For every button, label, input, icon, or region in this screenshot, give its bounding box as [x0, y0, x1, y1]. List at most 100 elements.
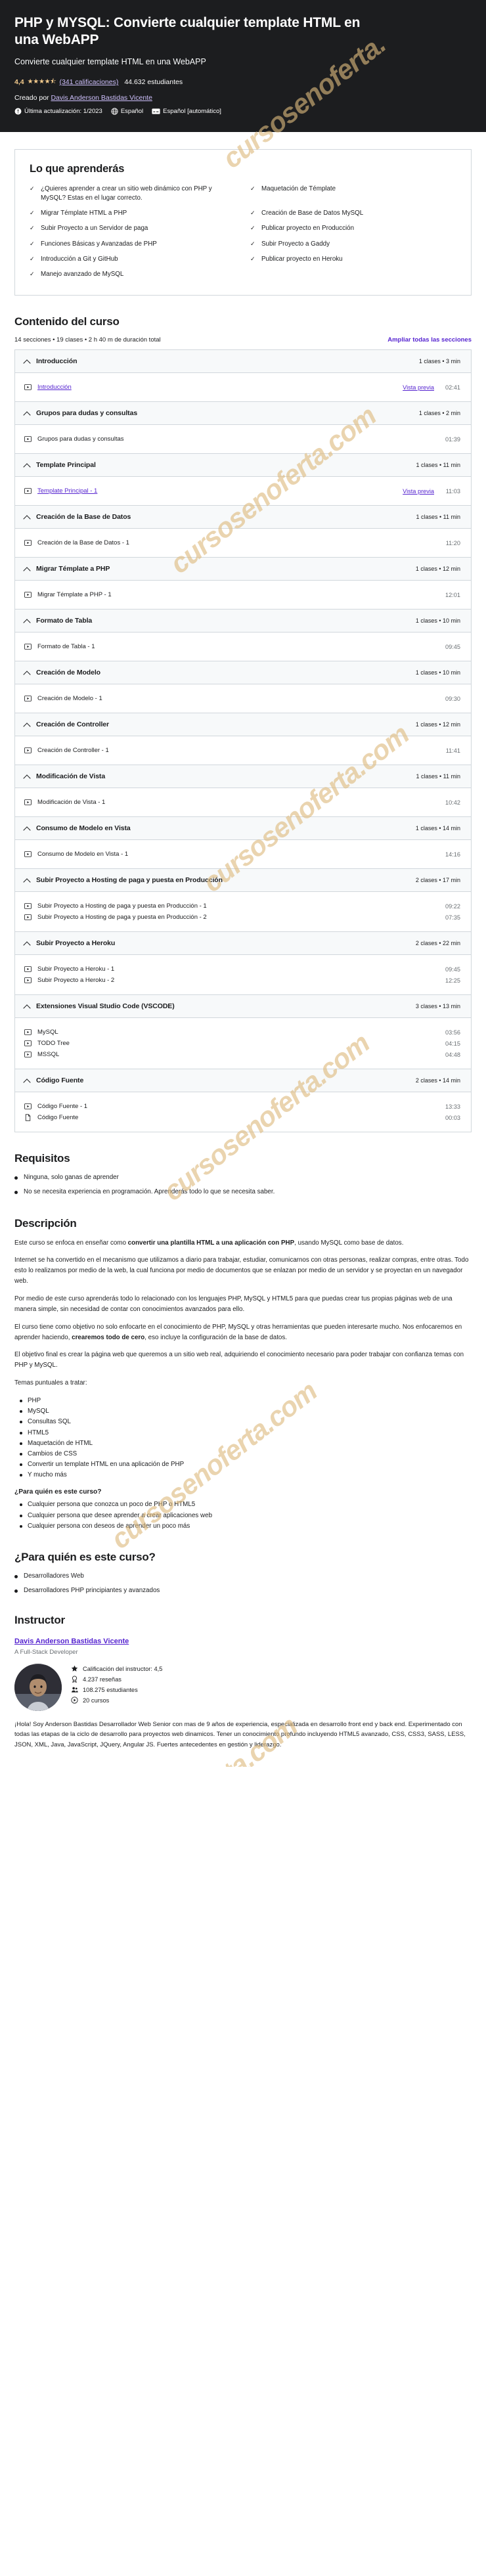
curriculum-lecture-row[interactable]: Subir Proyecto a Heroku - 2 12:25	[24, 975, 460, 986]
chevron-up-icon[interactable]	[24, 826, 30, 832]
instructor-stat-label: 4.237 reseñas	[83, 1676, 121, 1683]
preview-link[interactable]: Vista previa	[403, 384, 434, 391]
instructor-stat-label: 108.275 estudiantes	[83, 1686, 138, 1693]
chevron-up-icon[interactable]	[24, 670, 30, 676]
check-icon: ✓	[30, 240, 35, 247]
check-icon: ✓	[30, 225, 35, 232]
lecture-title: Subir Proyecto a Hosting de paga y puest…	[37, 902, 207, 910]
curriculum-lecture-row[interactable]: Introducción Vista previa 02:41	[24, 382, 460, 393]
check-icon: ✓	[30, 210, 35, 217]
curriculum-lecture-row[interactable]: Consumo de Modelo en Vista - 1 14:16	[24, 849, 460, 860]
curriculum-lecture-row[interactable]: Subir Proyecto a Hosting de paga y puest…	[24, 912, 460, 923]
curriculum-lecture-row[interactable]: Subir Proyecto a Hosting de paga y puest…	[24, 900, 460, 912]
curriculum-lecture-row[interactable]: Creación de la Base de Datos - 1 11:20	[24, 537, 460, 548]
curriculum-section-header[interactable]: Subir Proyecto a Heroku 2 clases • 22 min	[15, 932, 471, 956]
curriculum-section-header[interactable]: Extensiones Visual Studio Code (VSCODE) 3…	[15, 995, 471, 1019]
curriculum-section-header[interactable]: Grupos para dudas y consultas 1 clases • …	[15, 402, 471, 426]
play-circle-icon	[71, 1697, 78, 1704]
chevron-up-icon[interactable]	[24, 462, 30, 468]
curriculum-section-body: Subir Proyecto a Heroku - 1 09:45 Subir Pr…	[15, 955, 471, 996]
lecture-title: Grupos para dudas y consultas	[37, 435, 124, 443]
curriculum-lecture-row[interactable]: Código Fuente - 1 13:33	[24, 1101, 460, 1112]
section-title: Creación de la Base de Datos	[36, 513, 131, 522]
curriculum-section-header[interactable]: Modificación de Vista 1 clases • 11 min	[15, 765, 471, 789]
curriculum-lecture-row[interactable]: MSSQL 04:48	[24, 1049, 460, 1060]
curriculum-section-header[interactable]: Introducción 1 clases • 3 min	[15, 350, 471, 374]
lecture-left: Creación de Controller - 1	[24, 747, 109, 754]
section-header-left: Consumo de Modelo en Vista	[24, 824, 131, 832]
chevron-up-icon[interactable]	[24, 566, 30, 572]
curriculum-section-header[interactable]: Template Principal 1 clases • 11 min	[15, 454, 471, 477]
topic-item: Maquetación de HTML	[14, 1438, 472, 1448]
instructor-link[interactable]: Davis Anderson Bastidas Vicente	[51, 94, 152, 102]
what-you-learn-item: ✓ Migrar Témplate HTML a PHP	[30, 209, 236, 218]
chevron-up-icon[interactable]	[24, 1004, 30, 1010]
curriculum-section-header[interactable]: Creación de la Base de Datos 1 clases • 1…	[15, 506, 471, 529]
description-p1-bold: convertir una plantilla HTML a una aplic…	[127, 1239, 295, 1247]
curriculum-section-header[interactable]: Código Fuente 2 clases • 14 min	[15, 1069, 471, 1093]
lecture-title[interactable]: Introducción	[37, 384, 72, 391]
curriculum-section-body: Migrar Témplate a PHP - 1 12:01	[15, 581, 471, 610]
chevron-up-icon[interactable]	[24, 722, 30, 728]
lecture-title[interactable]: Template Principal - 1	[37, 487, 97, 495]
curriculum-section-header[interactable]: Consumo de Modelo en Vista 1 clases • 14 …	[15, 817, 471, 841]
lecture-right: 09:45	[443, 644, 460, 650]
topics-heading: Temas puntuales a tratar:	[14, 1379, 87, 1387]
what-you-learn-heading: Lo que aprenderás	[30, 162, 125, 175]
curriculum-lecture-row[interactable]: Formato de Tabla - 1 09:45	[24, 641, 460, 652]
curriculum-lecture-row[interactable]: Grupos para dudas y consultas 01:39	[24, 433, 460, 445]
curriculum-section-body: Formato de Tabla - 1 09:45	[15, 633, 471, 662]
requirements-heading: Requisitos	[14, 1152, 70, 1165]
what-you-learn-card: Lo que aprenderás ✓ ¿Quieres aprender a c…	[14, 148, 472, 296]
chevron-up-icon[interactable]	[24, 941, 30, 946]
curriculum-section-header[interactable]: Creación de Controller 1 clases • 12 min	[15, 713, 471, 737]
curriculum-section-header[interactable]: Formato de Tabla 1 clases • 10 min	[15, 610, 471, 633]
check-icon: ✓	[250, 225, 255, 232]
curriculum-section-header[interactable]: Creación de Modelo 1 clases • 10 min	[15, 661, 471, 685]
chevron-up-icon[interactable]	[24, 411, 30, 416]
rating-count-link[interactable]: (341 calificaciones)	[59, 78, 118, 86]
lecture-left: MySQL	[24, 1029, 58, 1036]
lecture-duration: 11:20	[445, 539, 460, 546]
instructor-name-link[interactable]: Davis Anderson Bastidas Vicente	[14, 1637, 129, 1645]
audience-list-1: Cualquier persona que conozca un poco de…	[14, 1499, 472, 1531]
audience-item: Desarrolladores Web	[14, 1572, 472, 1582]
avatar-photo-icon	[14, 1664, 62, 1712]
lecture-title: Formato de Tabla - 1	[37, 643, 95, 651]
curriculum-lecture-row[interactable]: Modificación de Vista - 1 10:42	[24, 797, 460, 808]
curriculum-lecture-row[interactable]: Creación de Controller - 1 11:41	[24, 745, 460, 756]
curriculum-section-header[interactable]: Migrar Témplate a PHP 1 clases • 12 min	[15, 558, 471, 581]
rating-row: 4,4 ★★★★⯪ (341 calificaciones) 44.632 es…	[14, 77, 472, 88]
curriculum-lecture-row[interactable]: Creación de Modelo - 1 09:30	[24, 693, 460, 704]
curriculum-lecture-row[interactable]: Código Fuente 00:03	[24, 1112, 460, 1123]
chevron-up-icon[interactable]	[24, 774, 30, 780]
lecture-duration: 09:22	[445, 902, 460, 910]
lecture-title: Creación de Controller - 1	[37, 747, 109, 755]
curriculum-lecture-row[interactable]: Template Principal - 1 Vista previa 11:03	[24, 485, 460, 497]
description-p4: El curso tiene como objetivo no solo enf…	[14, 1322, 472, 1343]
instructor-stat: Calificación del instructor: 4,5	[71, 1665, 162, 1672]
info-icon	[14, 108, 22, 115]
what-you-learn-label: Subir Proyecto a un Servidor de paga	[41, 225, 148, 233]
chevron-up-icon[interactable]	[24, 877, 30, 883]
section-header-left: Migrar Témplate a PHP	[24, 565, 110, 573]
lecture-right: 04:48	[443, 1052, 460, 1058]
chevron-up-icon[interactable]	[24, 359, 30, 365]
lecture-duration: 02:41	[445, 384, 460, 391]
curriculum-accordion[interactable]: Introducción 1 clases • 3 min Introducción…	[14, 349, 472, 1133]
curriculum-section-header[interactable]: Subir Proyecto a Hosting de paga y puest…	[15, 869, 471, 893]
curriculum-lecture-row[interactable]: TODO Tree 04:15	[24, 1038, 460, 1049]
curriculum-lecture-row[interactable]: MySQL 03:56	[24, 1027, 460, 1038]
curriculum-lecture-row[interactable]: Subir Proyecto a Heroku - 1 09:45	[24, 964, 460, 975]
curriculum-lecture-row[interactable]: Migrar Témplate a PHP - 1 12:01	[24, 589, 460, 600]
lecture-duration: 09:45	[445, 643, 460, 650]
curriculum-section-body: Creación de Modelo - 1 09:30	[15, 684, 471, 714]
expand-all-sections-link[interactable]: Ampliar todas las secciones	[387, 336, 472, 344]
chevron-up-icon[interactable]	[24, 514, 30, 520]
chevron-up-icon[interactable]	[24, 1078, 30, 1084]
chevron-up-icon[interactable]	[24, 618, 30, 624]
description-p4-post: , eso incluye la configuración de la bas…	[144, 1333, 287, 1341]
video-icon	[24, 592, 32, 598]
preview-link[interactable]: Vista previa	[403, 488, 434, 495]
section-title: Subir Proyecto a Hosting de paga y puest…	[36, 876, 223, 885]
